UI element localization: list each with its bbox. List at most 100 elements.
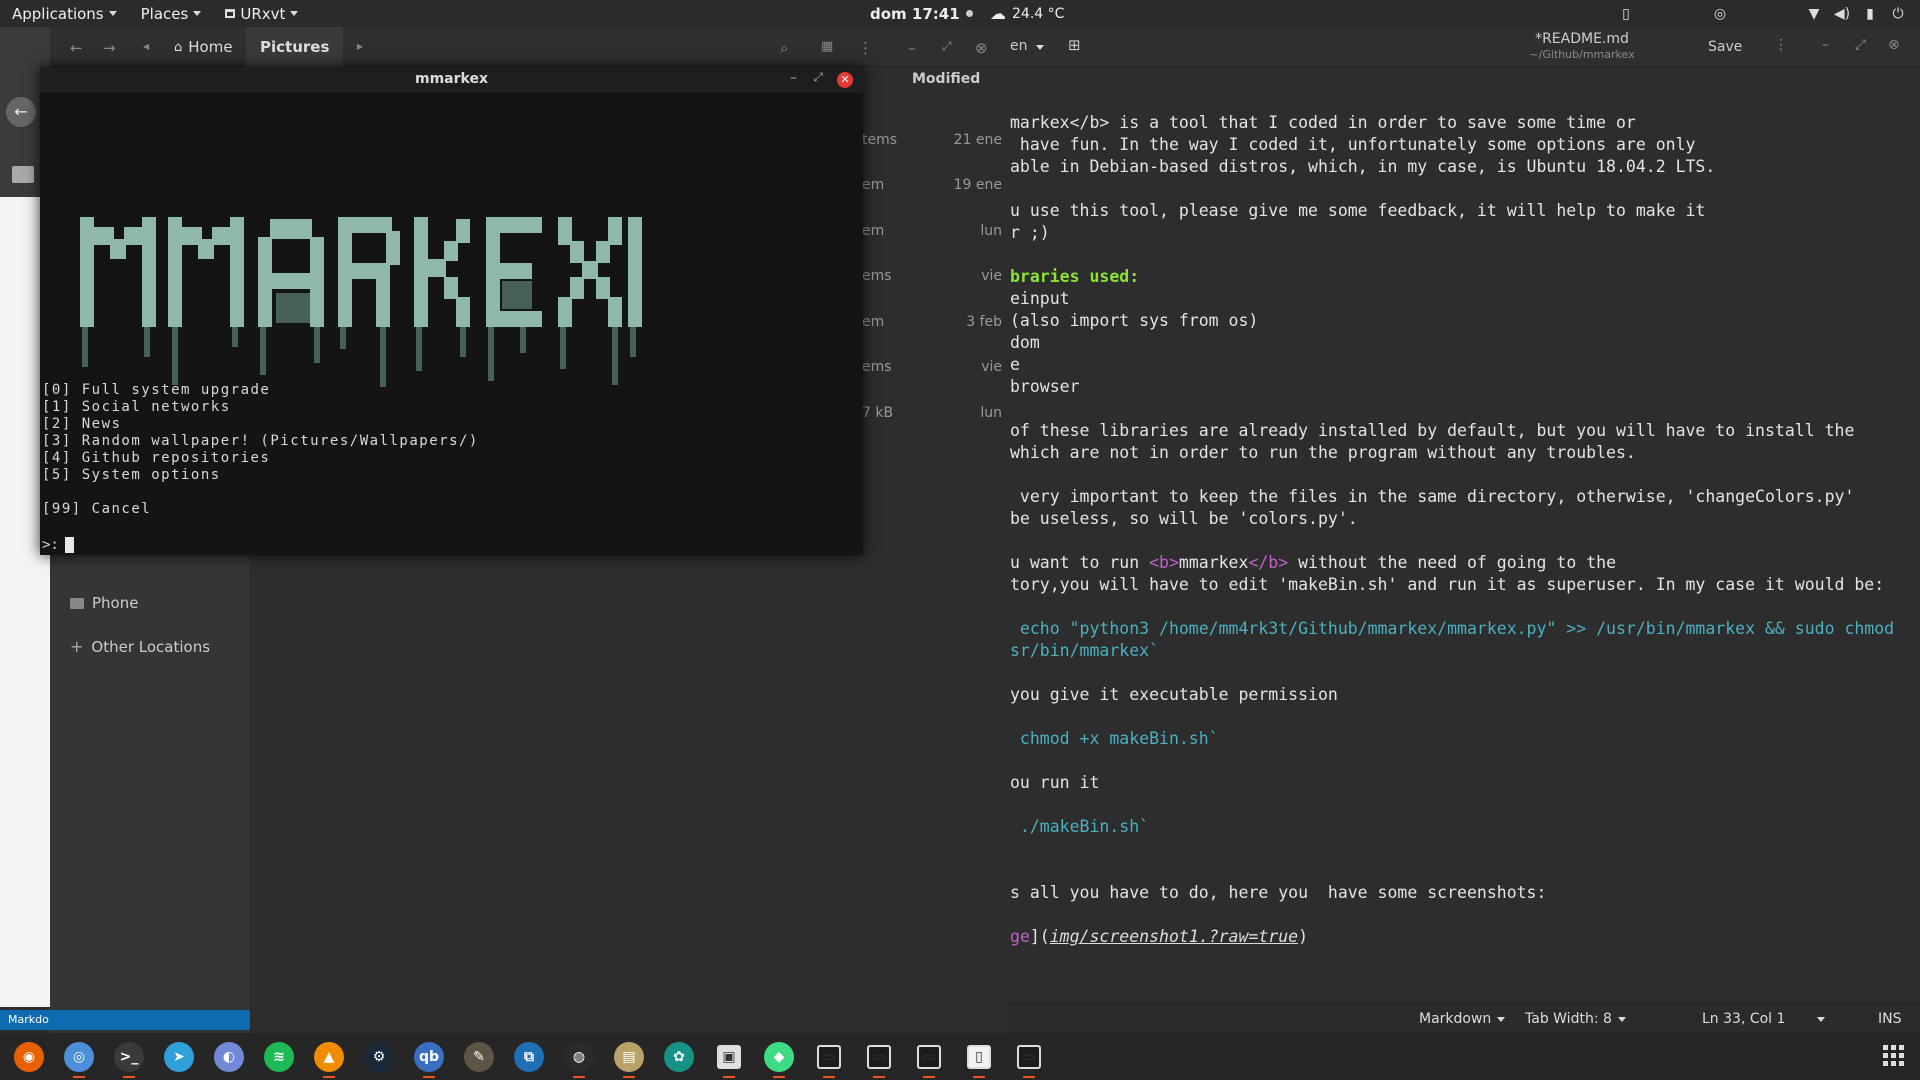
battery-icon[interactable]: ▮ bbox=[1860, 4, 1880, 24]
close-icon[interactable]: ⊗ bbox=[975, 39, 988, 57]
volume-icon[interactable]: ◀) bbox=[1832, 4, 1852, 24]
applications-label: Applications bbox=[12, 4, 104, 23]
terminal-prompt[interactable]: >: bbox=[42, 537, 74, 553]
obs-icon[interactable]: ◎ bbox=[1710, 4, 1730, 24]
open-label: en bbox=[1010, 38, 1028, 54]
minimize-icon[interactable]: – bbox=[908, 39, 916, 57]
files-icon: ▤ bbox=[614, 1041, 644, 1072]
text-line: s all you have to do, here you have some… bbox=[1010, 883, 1547, 902]
language-selector[interactable]: Markdown bbox=[1419, 1011, 1506, 1027]
search-icon[interactable]: ⌕ bbox=[780, 39, 788, 57]
back-arrow-icon[interactable]: ← bbox=[70, 39, 83, 57]
dock-app-qbittorrent[interactable]: qb bbox=[408, 1033, 450, 1080]
active-app-menu[interactable]: URxvt bbox=[213, 0, 310, 27]
open-menu[interactable]: en bbox=[1010, 38, 1044, 54]
dock-app-obs[interactable]: ◍ bbox=[558, 1033, 600, 1080]
dock-app-telegram[interactable]: ➤ bbox=[158, 1033, 200, 1080]
power-icon[interactable]: ⏻ bbox=[1888, 4, 1908, 24]
chevron-left-icon[interactable]: ◂ bbox=[143, 39, 149, 53]
running-indicator bbox=[973, 1076, 985, 1078]
close-icon[interactable]: ⊗ bbox=[1888, 37, 1900, 53]
dock-app-discord[interactable]: ◐ bbox=[208, 1033, 250, 1080]
dock-app-firefox[interactable]: ◉ bbox=[8, 1033, 50, 1080]
running-indicator bbox=[73, 1076, 85, 1078]
dock-app-android-studio[interactable]: ◆ bbox=[758, 1033, 800, 1080]
sidebar-item-phone[interactable]: Phone bbox=[70, 594, 138, 612]
vlc-icon: ▲ bbox=[314, 1041, 344, 1072]
folder-icon[interactable] bbox=[12, 166, 34, 183]
maximize-icon[interactable]: ⤢ bbox=[942, 39, 952, 54]
save-button[interactable]: Save bbox=[1708, 39, 1742, 55]
show-applications-icon[interactable] bbox=[1883, 1045, 1904, 1066]
dock-app-window[interactable]: ▭ bbox=[1008, 1033, 1050, 1080]
vscode-icon: ⧉ bbox=[514, 1041, 544, 1072]
dock-app-steam[interactable]: ⚙ bbox=[358, 1033, 400, 1080]
dock-app-spotify[interactable]: ≋ bbox=[258, 1033, 300, 1080]
running-indicator bbox=[773, 1076, 785, 1078]
back-circle-icon[interactable]: ← bbox=[6, 97, 36, 127]
file-row-modified: vie bbox=[981, 359, 1002, 375]
file-row-modified: 21 ene bbox=[953, 132, 1002, 148]
dock-app-window[interactable]: ▭ bbox=[808, 1033, 850, 1080]
minimize-icon[interactable]: – bbox=[1822, 37, 1829, 53]
breadcrumb-current-label: Pictures bbox=[260, 38, 330, 56]
menu-icon[interactable]: ⋮ bbox=[1774, 37, 1788, 53]
clock[interactable]: dom 17:41 bbox=[870, 0, 973, 27]
dock-app-window[interactable]: ▭ bbox=[858, 1033, 900, 1080]
dock-app-chromium[interactable]: ◎ bbox=[58, 1033, 100, 1080]
running-indicator bbox=[1023, 1076, 1035, 1078]
obs-icon: ◍ bbox=[564, 1041, 594, 1072]
chevron-down-icon bbox=[108, 11, 117, 16]
places-menu[interactable]: Places bbox=[129, 0, 214, 27]
dock-app-software-center[interactable]: ▣ bbox=[708, 1033, 750, 1080]
weather-indicator[interactable]: ☁ 24.4 °C bbox=[990, 0, 1064, 27]
dock-app-vscode[interactable]: ⧉ bbox=[508, 1033, 550, 1080]
forward-arrow-icon[interactable]: → bbox=[103, 39, 116, 57]
text-line: chmod +x makeBin.sh` bbox=[1010, 729, 1219, 748]
minimize-icon[interactable]: – bbox=[790, 70, 797, 86]
editor-text-area[interactable]: markex</b> is a tool that I coded in ord… bbox=[1010, 112, 1894, 948]
prompt-label: >: bbox=[42, 537, 59, 553]
chevron-right-icon[interactable]: ▸ bbox=[357, 39, 363, 53]
maximize-icon[interactable]: ⤢ bbox=[813, 70, 823, 85]
text-line: dom bbox=[1010, 333, 1040, 352]
new-document-icon[interactable]: ⊞ bbox=[1068, 36, 1081, 54]
sidebar-item-other-locations[interactable]: + Other Locations bbox=[70, 637, 210, 656]
editor-headerbar: en ⊞ *README.md ~/Github/mmarkex Save ⋮ … bbox=[862, 27, 1920, 67]
menu-option: [0] Full system upgrade bbox=[42, 382, 271, 398]
file-row-size: em bbox=[862, 223, 885, 239]
view-grid-icon[interactable]: ▦ bbox=[821, 39, 833, 54]
editor-statusbar-fragment: Markdo bbox=[0, 1010, 250, 1030]
notification-dot-icon bbox=[965, 10, 973, 17]
breadcrumb-pictures[interactable]: Pictures bbox=[246, 27, 344, 67]
cursor-position-selector[interactable]: Ln 33, Col 1 bbox=[1702, 1011, 1826, 1027]
gitkraken-icon: ✿ bbox=[664, 1041, 694, 1072]
phone-icon[interactable]: ▯ bbox=[1616, 4, 1636, 24]
terminal-title: mmarkex bbox=[415, 71, 488, 87]
sidebar-item-label: Phone bbox=[92, 594, 139, 612]
menu-option: [4] Github repositories bbox=[42, 450, 271, 466]
dock-app-gitkraken[interactable]: ✿ bbox=[658, 1033, 700, 1080]
maximize-icon[interactable]: ⤢ bbox=[1855, 37, 1866, 53]
file-row-modified: 19 ene bbox=[953, 177, 1002, 193]
tab-width-selector[interactable]: Tab Width: 8 bbox=[1525, 1011, 1626, 1027]
breadcrumb-home[interactable]: ⌂ Home bbox=[160, 27, 247, 67]
terminal-window[interactable]: mmarkex – ⤢ ✕ [0] Full system upgrade [1… bbox=[40, 67, 863, 555]
close-icon[interactable]: ✕ bbox=[837, 72, 853, 88]
column-header-modified[interactable]: Modified bbox=[912, 71, 980, 87]
applications-menu[interactable]: Applications bbox=[0, 0, 129, 27]
dock-app-terminal[interactable]: >_ bbox=[108, 1033, 150, 1080]
chevron-down-icon bbox=[1817, 1016, 1826, 1022]
text-line: have fun. In the way I coded it, unfortu… bbox=[1010, 135, 1696, 154]
dock-app-pdf-viewer[interactable]: ▯ bbox=[958, 1033, 1000, 1080]
menu-icon[interactable]: ⋮ bbox=[858, 39, 873, 57]
text-line: sr/bin/mmarkex` bbox=[1010, 641, 1160, 660]
text-line: echo "python3 /home/mm4rk3t/Github/mmark… bbox=[1010, 619, 1895, 638]
dock-app-gimp[interactable]: ✎ bbox=[458, 1033, 500, 1080]
dock-app-files[interactable]: ▤ bbox=[608, 1033, 650, 1080]
dock-app-vlc[interactable]: ▲ bbox=[308, 1033, 350, 1080]
dock-app-window[interactable]: ▭ bbox=[908, 1033, 950, 1080]
gimp-icon: ✎ bbox=[464, 1041, 494, 1072]
text-line: e bbox=[1010, 355, 1020, 374]
wifi-icon[interactable]: ▼ bbox=[1804, 4, 1824, 24]
